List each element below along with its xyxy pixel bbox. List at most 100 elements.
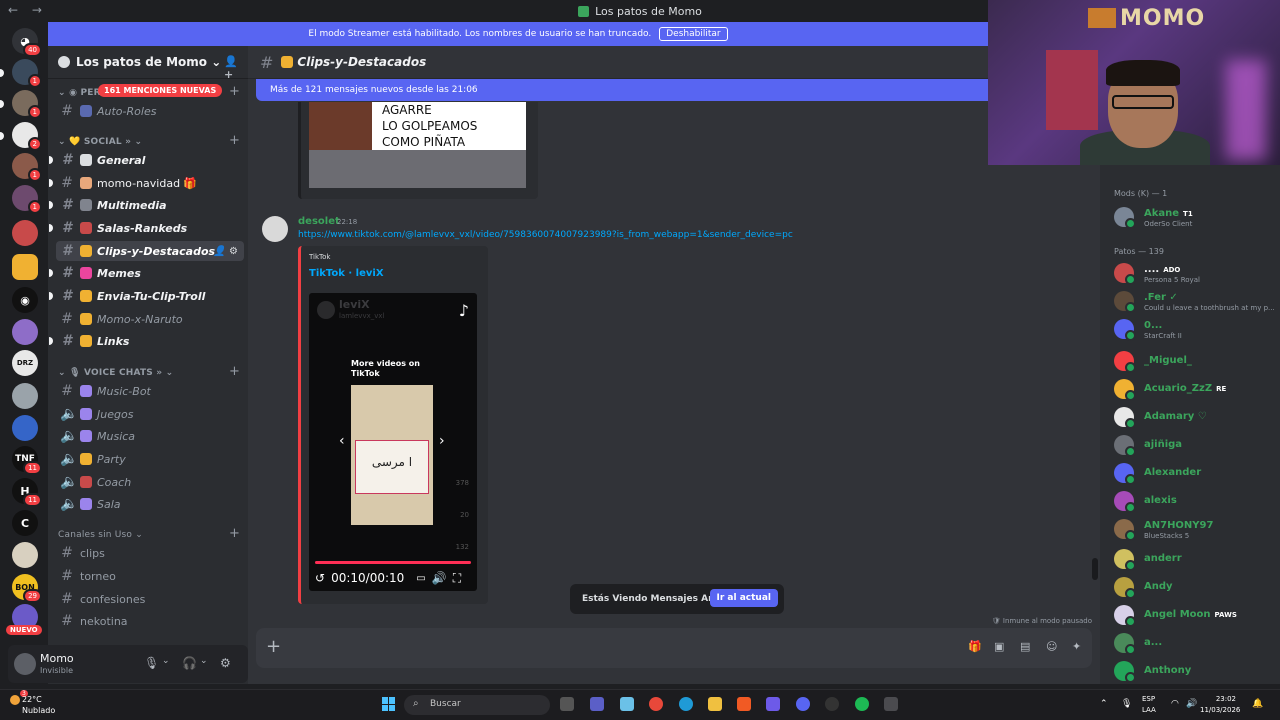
wifi-icon[interactable]: ◠ (1171, 699, 1179, 709)
scrollbar[interactable] (1092, 558, 1098, 580)
fullscreen-icon[interactable]: ⛶ (453, 571, 461, 586)
server-icon[interactable] (12, 383, 38, 409)
volume-icon[interactable]: 🔊 (432, 571, 447, 585)
channel-clips[interactable]: # clips (56, 543, 244, 563)
channel-juegos[interactable]: 🔈 Juegos (56, 404, 244, 424)
volume-icon[interactable]: 🔊 (1186, 699, 1197, 709)
channel-salas-rankeds[interactable]: # Salas-Rankeds (56, 218, 244, 238)
channel-musica[interactable]: 🔈 Musica (56, 426, 244, 446)
channel-links[interactable]: # Links (56, 331, 244, 351)
member-item[interactable]: Akane T1 OderSo Client (1114, 205, 1280, 229)
copilot-icon[interactable] (620, 697, 634, 711)
video-thumbnail[interactable]: ا مرسى (351, 385, 433, 525)
apps-grid-icon[interactable] (766, 697, 780, 711)
add-channel-icon[interactable]: + (229, 133, 240, 148)
server-icon[interactable] (12, 542, 38, 568)
member-item[interactable]: Andy (1114, 575, 1280, 599)
category-partial[interactable]: ⌄ ◉ PER (58, 88, 101, 98)
embed-title[interactable]: TikTok · leviX (309, 268, 384, 279)
channel-nekotina[interactable]: # nekotina (56, 611, 244, 631)
clock[interactable]: 23:02 11/03/2026 (1200, 694, 1240, 716)
server-icon[interactable]: 1 (12, 185, 42, 214)
gear-icon[interactable]: ⚙ (220, 656, 231, 670)
category-social[interactable]: ⌄ 💛 SOCIAL » ⌄ (58, 137, 142, 147)
server-icon[interactable]: 1 (12, 90, 42, 119)
add-channel-icon[interactable]: + (229, 364, 240, 379)
category-voice-chats[interactable]: ⌄ 🎙 VOICE CHATS » ⌄ (58, 368, 173, 378)
add-user-icon[interactable]: 👤+ (224, 55, 238, 81)
channel-memes[interactable]: # Memes (56, 263, 244, 283)
forward-arrow-icon[interactable]: → (32, 3, 42, 17)
tiktok-player[interactable]: leviX lamlevvx_vxl ♪ More videos on TikT… (309, 293, 477, 591)
member-item[interactable]: anderr (1114, 547, 1280, 571)
member-item[interactable]: .... ADO Persona 5 Royal (1114, 261, 1280, 285)
task-view-icon[interactable] (560, 697, 574, 711)
channel-coach[interactable]: 🔈 Coach (56, 472, 244, 492)
obs-icon[interactable] (825, 697, 839, 711)
member-item[interactable]: Acuario_ZzZ RE (1114, 377, 1280, 401)
message-link[interactable]: https://www.tiktok.com/@lamlevvx_vxl/vid… (298, 230, 793, 240)
channel-clips-y-destacados[interactable]: # Clips-y-Destacados 👤 ⚙ (56, 241, 244, 261)
member-item[interactable]: _Miguel_ (1114, 349, 1280, 373)
gift-icon[interactable]: 🎁 (968, 640, 982, 653)
server-icon[interactable]: 1 (12, 59, 42, 88)
jump-to-present-button[interactable]: Ir al actual (709, 589, 778, 607)
member-item[interactable]: a... (1114, 631, 1280, 655)
chevron-down-icon[interactable]: ⌄ (162, 656, 170, 666)
message-author[interactable]: desolet (298, 216, 340, 227)
chevron-up-icon[interactable]: ⌃ (1100, 699, 1108, 709)
server-icon[interactable]: TNF 11 (12, 446, 42, 475)
windows-start-icon[interactable] (382, 697, 396, 711)
disable-streamer-button[interactable]: Deshabilitar (659, 27, 728, 41)
server-icon[interactable]: BON 29 (12, 574, 42, 603)
add-channel-icon[interactable]: + (229, 526, 240, 541)
add-channel-icon[interactable]: + (229, 84, 240, 99)
gear-icon[interactable]: ⚙ (229, 246, 238, 257)
language-indicator[interactable]: ESP LAA (1142, 694, 1156, 716)
plus-icon[interactable]: + (266, 636, 281, 657)
chrome-icon[interactable] (649, 697, 663, 711)
server-icon[interactable] (12, 319, 38, 345)
weather-widget[interactable]: 22°C Nublado (22, 694, 55, 716)
channel-momo-x-naruto[interactable]: # Momo-x-Naruto (56, 309, 244, 329)
server-icon[interactable]: 1 (12, 153, 42, 182)
channel-momo-navidad[interactable]: # momo-navidad 🎁 (56, 173, 244, 193)
member-item[interactable]: Alexander (1114, 461, 1280, 485)
server-icon[interactable]: DRZ (12, 350, 38, 376)
server-icon[interactable] (12, 254, 38, 280)
gif-icon[interactable]: ▣ (994, 640, 1007, 653)
channel-envia-tu-clip-troll[interactable]: # Envia-Tu-Clip-Troll (56, 286, 244, 306)
file-explorer-icon[interactable] (708, 697, 722, 711)
embed-image[interactable]: AGARRE LO GOLPEAMOS COMO PIÑATA (309, 102, 526, 188)
microphone-icon[interactable]: 🎙 (144, 656, 159, 670)
member-item[interactable]: ajiñiga (1114, 433, 1280, 457)
new-messages-bar[interactable]: Más de 121 mensajes nuevos desde las 21:… (256, 79, 996, 101)
guild-header[interactable]: Los patos de Momo ⌄ 👤+ (48, 46, 248, 81)
teams-icon[interactable] (590, 697, 604, 711)
member-item[interactable]: AN7HONY97 BlueStacks 5 (1114, 517, 1280, 541)
spotify-icon[interactable] (855, 697, 869, 711)
category-canales-sin-uso[interactable]: Canales sin Uso ⌄ (58, 530, 143, 540)
discord-icon[interactable] (796, 697, 810, 711)
direct-messages-button[interactable]: ◕ 40 (12, 28, 42, 57)
replay-icon[interactable]: ↺ (315, 571, 325, 585)
avatar[interactable] (262, 216, 288, 242)
member-item[interactable]: 0... StarCraft II (1114, 317, 1280, 341)
server-icon[interactable]: C (12, 510, 38, 536)
channel-party[interactable]: 🔈 Party (56, 449, 244, 469)
progress-bar[interactable] (315, 561, 471, 564)
channel-multimedia[interactable]: # Multimedia (56, 195, 244, 215)
sticker-icon[interactable]: ▤ (1020, 640, 1033, 653)
captions-icon[interactable]: ▭ (416, 573, 425, 584)
member-item[interactable]: Adamary ♡ (1114, 405, 1280, 429)
calculator-icon[interactable] (884, 697, 898, 711)
member-item[interactable]: alexis (1114, 489, 1280, 513)
server-icon[interactable] (12, 220, 38, 246)
server-icon[interactable] (12, 415, 38, 441)
server-icon[interactable]: ◉ (12, 287, 38, 313)
server-icon[interactable]: 2 (12, 122, 42, 151)
channel-sala[interactable]: 🔈 Sala (56, 494, 244, 514)
channel-general[interactable]: # General (56, 150, 244, 170)
headphones-icon[interactable]: 🎧 (182, 656, 197, 670)
taskbar-search[interactable]: ⌕ Buscar (404, 695, 550, 715)
